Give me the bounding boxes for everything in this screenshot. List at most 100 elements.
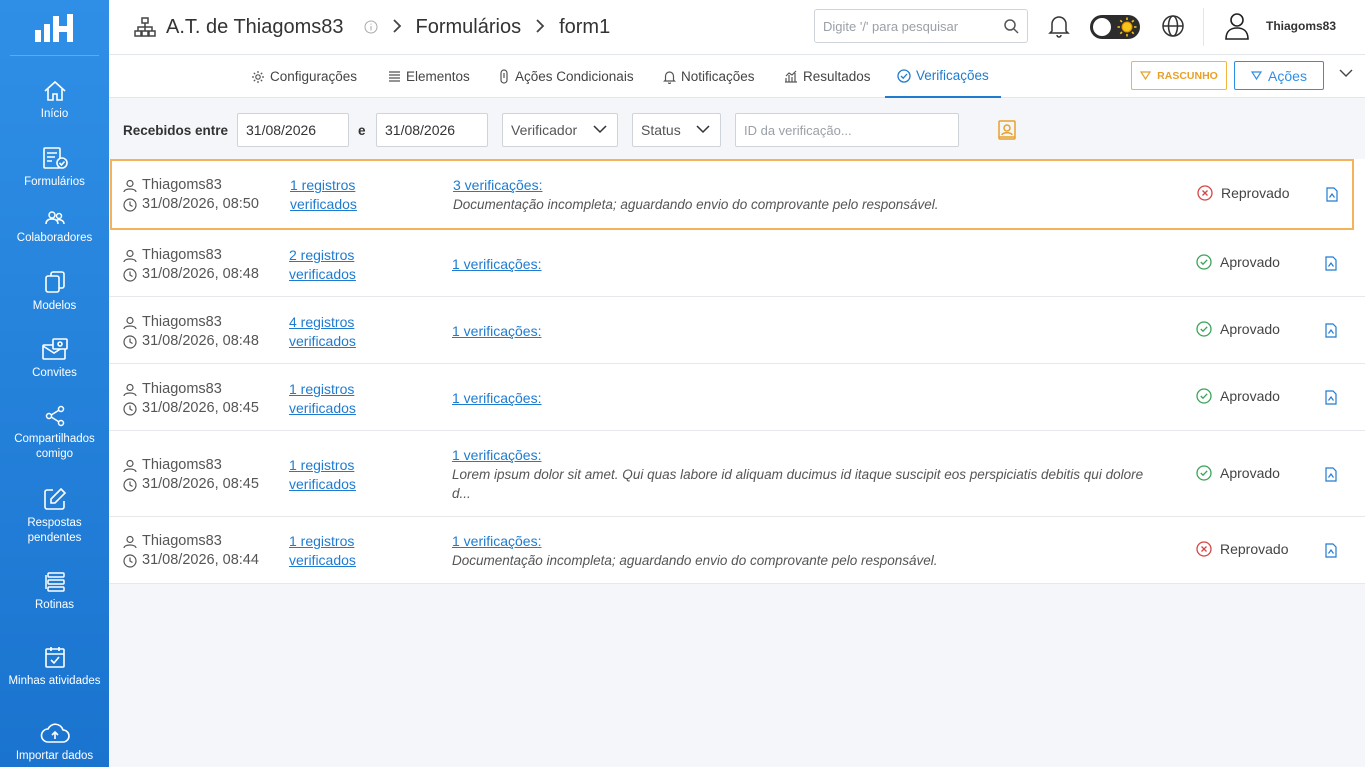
globe-icon[interactable] — [1161, 14, 1185, 38]
verifications-link[interactable]: 1 verificações: — [452, 446, 1152, 465]
bell-icon[interactable] — [1048, 14, 1070, 38]
theme-toggle[interactable] — [1090, 15, 1140, 39]
verification-note: Lorem ipsum dolor sit amet. Qui quas lab… — [452, 467, 1144, 501]
row-datetime: 31/08/2026, 08:50 — [142, 196, 259, 212]
sidebar-item-label: Compartilhados comigo — [14, 432, 95, 460]
list-icon — [389, 71, 400, 82]
row-records-link[interactable]: 2 registros verificados — [289, 246, 356, 284]
clock-icon — [123, 197, 137, 212]
collapse-button[interactable] — [1339, 65, 1353, 83]
sidebar-item-colaboradores[interactable]: Colaboradores — [0, 205, 109, 250]
list-item[interactable]: Thiagoms83 31/08/2026, 08:45 1 registros… — [109, 431, 1365, 517]
draft-button[interactable]: RASCUNHO — [1131, 61, 1227, 90]
pdf-icon[interactable] — [1325, 543, 1337, 563]
date-to-input[interactable]: 31/08/2026 — [376, 113, 488, 147]
avatar[interactable] — [1225, 12, 1249, 40]
row-records-link[interactable]: 4 registros verificados — [289, 313, 356, 351]
chevron-down-icon — [593, 125, 607, 134]
list-item[interactable]: Thiagoms83 31/08/2026, 08:48 4 registros… — [109, 297, 1365, 364]
status-select[interactable]: Status — [632, 113, 721, 147]
check-circle-icon — [897, 68, 911, 83]
row-records-link[interactable]: 1 registros verificados — [289, 532, 356, 570]
sidebar-item-minhas-atividades[interactable]: Minhas atividades — [0, 636, 109, 698]
breadcrumb-org[interactable]: A.T. de Thiagoms83 — [166, 16, 344, 39]
sidebar-item-inicio[interactable]: Início — [0, 76, 109, 126]
status-text: Reprovado — [1221, 185, 1290, 201]
sidebar-item-compartilhados[interactable]: Compartilhados comigo — [0, 402, 109, 464]
list-item[interactable]: Thiagoms83 31/08/2026, 08:50 1 registros… — [110, 159, 1354, 230]
breadcrumb-section[interactable]: Formulários — [416, 16, 522, 39]
pdf-icon[interactable] — [1326, 187, 1338, 207]
verifications-link[interactable]: 1 verificações: — [452, 389, 1142, 408]
pdf-icon[interactable] — [1325, 467, 1337, 487]
search-input[interactable]: Digite '/' para pesquisar — [814, 9, 1028, 43]
username[interactable]: Thiagoms83 — [1266, 19, 1336, 33]
list-item[interactable]: Thiagoms83 31/08/2026, 08:48 2 registros… — [109, 230, 1365, 297]
status-badge: Aprovado — [1196, 388, 1280, 404]
row-records-link[interactable]: 1 registros verificados — [290, 176, 357, 214]
check-circle-icon — [1196, 321, 1212, 337]
status-text: Aprovado — [1220, 254, 1280, 270]
tabs-bar: Configurações Elementos Ações Condiciona… — [109, 55, 1365, 98]
records-suffix: verificados — [289, 333, 356, 349]
calendar-check-icon — [44, 647, 65, 668]
clock-icon — [123, 553, 137, 568]
x-circle-icon — [1197, 185, 1213, 201]
user-icon — [123, 535, 137, 548]
sidebar-item-respostas-pendentes[interactable]: Respostas pendentes — [0, 485, 109, 547]
row-username: Thiagoms83 — [142, 381, 222, 397]
toggle-knob — [1093, 18, 1111, 36]
caret-down-icon — [1251, 71, 1263, 80]
list-item[interactable]: Thiagoms83 31/08/2026, 08:45 1 registros… — [109, 364, 1365, 431]
row-user: Thiagoms83 31/08/2026, 08:45 — [123, 456, 259, 494]
sidebar: Início Formulários Colaboradores Modelos… — [0, 0, 109, 767]
sidebar-item-importar-dados[interactable]: Importar dados — [0, 719, 109, 767]
share-icon — [45, 405, 64, 426]
filters-bar: Recebidos entre 31/08/2026 e 31/08/2026 … — [109, 99, 1365, 159]
sidebar-item-rotinas[interactable]: Rotinas — [0, 568, 109, 616]
status-badge: Aprovado — [1196, 321, 1280, 337]
actions-button[interactable]: Ações — [1234, 61, 1324, 90]
pdf-icon[interactable] — [1325, 256, 1337, 276]
verifications-link[interactable]: 1 verificações: — [452, 322, 1142, 341]
pdf-icon[interactable] — [1325, 390, 1337, 410]
bell-icon — [663, 70, 676, 84]
verification-id-placeholder: ID da verificação... — [744, 122, 852, 138]
clock-icon — [123, 334, 137, 349]
tab-verificacoes[interactable]: Verificações — [885, 55, 1001, 98]
row-records-link[interactable]: 1 registros verificados — [289, 456, 356, 494]
verifications-link[interactable]: 1 verificações: — [452, 532, 1142, 551]
pdf-icon[interactable] — [1325, 323, 1337, 343]
status-value: Status — [641, 122, 681, 138]
verifications-link[interactable]: 3 verificações: — [453, 176, 1143, 195]
row-verifications: 1 verificações: — [452, 389, 1142, 408]
records-count: 2 registros — [289, 247, 355, 263]
info-icon[interactable] — [364, 20, 378, 34]
tab-notificacoes[interactable]: Notificações — [663, 55, 755, 98]
row-verifications: 1 verificações: Documentação incompleta; … — [452, 532, 1142, 570]
verifier-select[interactable]: Verificador — [502, 113, 618, 147]
sidebar-item-convites[interactable]: Convites — [0, 334, 109, 384]
records-count: 1 registros — [290, 177, 356, 193]
tab-resultados[interactable]: Resultados — [784, 55, 871, 98]
row-records-link[interactable]: 1 registros verificados — [289, 380, 356, 418]
sidebar-item-formularios[interactable]: Formulários — [0, 143, 109, 193]
breadcrumb-form[interactable]: form1 — [559, 16, 610, 39]
tab-elementos[interactable]: Elementos — [388, 55, 470, 98]
app-logo[interactable] — [10, 0, 99, 56]
forms-icon — [42, 147, 68, 169]
list-item[interactable]: Thiagoms83 31/08/2026, 08:44 1 registros… — [109, 517, 1365, 584]
tab-configuracoes[interactable]: Configurações — [251, 55, 357, 98]
contact-card-icon[interactable] — [997, 119, 1017, 146]
records-count: 1 registros — [289, 457, 355, 473]
date-from-input[interactable]: 31/08/2026 — [237, 113, 349, 147]
verifications-link[interactable]: 1 verificações: — [452, 255, 1142, 274]
cloud-upload-icon — [40, 723, 70, 743]
row-user: Thiagoms83 31/08/2026, 08:50 — [123, 176, 259, 214]
sidebar-item-modelos[interactable]: Modelos — [0, 267, 109, 317]
actions-label: Ações — [1268, 67, 1307, 84]
tab-acoes-condicionais[interactable]: Ações Condicionais — [498, 55, 634, 98]
row-datetime: 31/08/2026, 08:48 — [142, 333, 259, 349]
verification-id-input[interactable]: ID da verificação... — [735, 113, 959, 147]
received-label: Recebidos entre — [123, 123, 229, 138]
